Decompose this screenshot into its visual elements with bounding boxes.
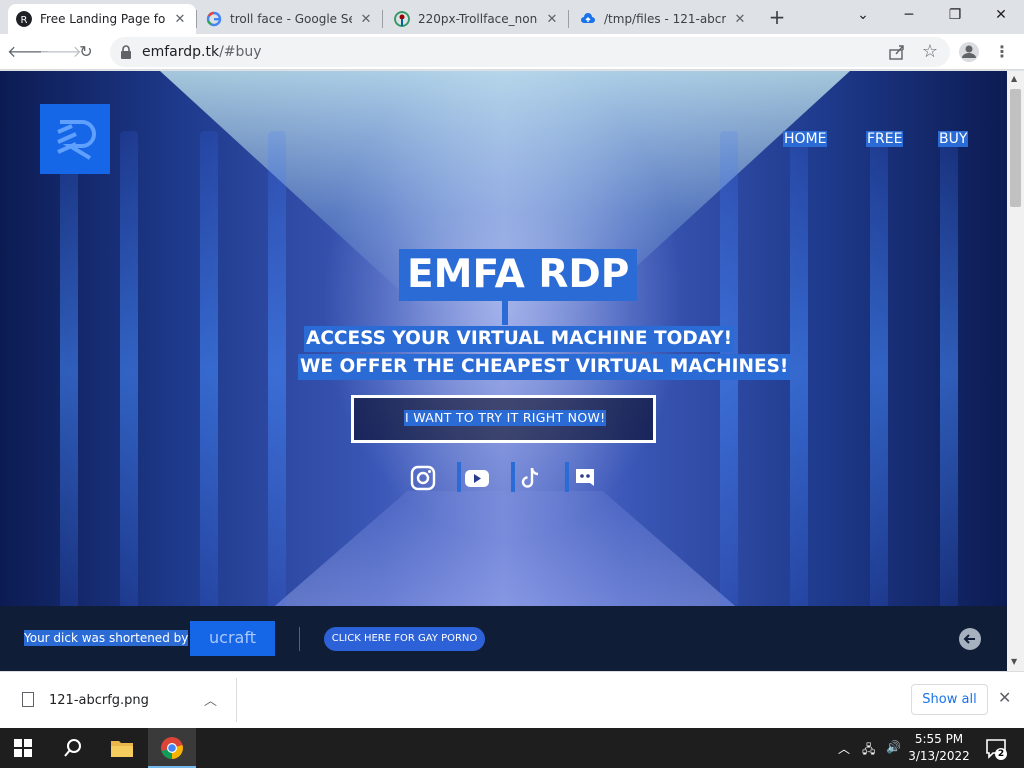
tab-separator [382, 10, 383, 28]
volume-icon[interactable]: 🔊 [886, 740, 901, 754]
restore-window-button[interactable]: ❐ [932, 2, 978, 30]
emfa-r-logo-icon: R [16, 11, 32, 27]
scrollbar-thumb[interactable] [1010, 89, 1021, 207]
hero-subtitle-2: WE OFFER THE CHEAPEST VIRTUAL MACHINES! [298, 354, 791, 380]
windows-taskbar: ︿ 🖧 🔊 5:55 PM 3/13/2022 2 [0, 728, 1024, 768]
scroll-down-arrow-icon[interactable]: ▼ [1011, 657, 1017, 666]
minimize-window-button[interactable]: ─ [886, 2, 932, 30]
google-g-icon [206, 11, 222, 27]
tab-troll-face-google[interactable]: troll face - Google Sear ✕ [198, 4, 382, 34]
wikimedia-icon [394, 11, 410, 27]
url-path: /#buy [219, 44, 262, 60]
collapse-arrow-left-icon[interactable] [959, 628, 981, 650]
emfa-r-logo-icon [57, 120, 96, 160]
chrome-taskbar-button[interactable] [148, 728, 196, 768]
tiktok-icon[interactable] [517, 464, 545, 492]
cloud-upload-icon [581, 13, 595, 23]
youtube-icon[interactable] [463, 464, 491, 492]
download-shelf: 121-abcrfg.png ︿ Show all ✕ [0, 671, 1024, 728]
forward-arrow-icon[interactable]: 🡒 [39, 38, 82, 66]
tab-separator [196, 10, 197, 28]
svg-text:R: R [21, 15, 28, 26]
bookmark-star-icon[interactable]: ☆ [922, 41, 938, 62]
windows-start-icon[interactable] [14, 739, 32, 757]
browser-tab-strip: R Free Landing Page for ✕ troll face - G… [0, 0, 1024, 34]
social-separator [565, 462, 569, 492]
shortened-by-text: Your dick was shortened by [24, 630, 189, 646]
download-separator [236, 678, 237, 722]
chrome-icon [161, 737, 183, 759]
browser-menu-kebab-icon[interactable]: ⋮ [988, 38, 1016, 66]
profile-avatar-icon[interactable] [958, 41, 980, 63]
clock-time: 5:55 PM [914, 732, 964, 746]
ucraft-footer-bar: Your dick was shortened by ucraft CLICK … [0, 606, 1007, 671]
tab-close-icon[interactable]: ✕ [732, 12, 748, 27]
tab-title: Free Landing Page for [40, 12, 166, 26]
close-window-button[interactable]: ✕ [978, 2, 1024, 30]
social-separator [457, 462, 461, 492]
nav-home-link[interactable]: HOME [783, 131, 828, 147]
server-rack-decoration [268, 131, 286, 611]
nav-free-link[interactable]: FREE [866, 131, 904, 147]
nav-buy-link[interactable]: BUY [938, 131, 969, 147]
reload-icon[interactable]: ↻ [72, 38, 100, 66]
tab-close-icon[interactable]: ✕ [172, 12, 188, 27]
notification-count-badge: 2 [995, 748, 1007, 760]
server-rack-decoration [940, 131, 958, 611]
system-clock[interactable]: 5:55 PM 3/13/2022 [908, 731, 970, 765]
tab-title: troll face - Google Sear [230, 12, 352, 26]
ucraft-logo-link[interactable]: ucraft [190, 621, 275, 656]
tab-separator [568, 10, 569, 28]
page-scrollbar[interactable]: ▲ ▼ [1007, 71, 1024, 671]
social-separator [511, 462, 515, 492]
tab-title: 220px-Trollface_non-fr [418, 12, 538, 26]
tab-trollface-image[interactable]: 220px-Trollface_non-fr ✕ [386, 4, 568, 34]
back-arrow-icon[interactable]: 🡐 [7, 38, 50, 66]
network-icon[interactable]: 🖧 [862, 740, 875, 761]
tab-close-icon[interactable]: ✕ [358, 12, 374, 27]
hero-title: EMFA RDP [399, 249, 638, 301]
download-filename[interactable]: 121-abcrfg.png [49, 693, 149, 708]
search-icon[interactable] [62, 737, 84, 759]
server-rack-decoration [60, 131, 78, 611]
tab-close-icon[interactable]: ✕ [544, 12, 560, 27]
show-all-downloads-button[interactable]: Show all [911, 684, 988, 715]
url-domain: emfardp.tk [142, 44, 220, 60]
download-options-chevron-icon[interactable]: ︿ [204, 690, 217, 709]
new-tab-button[interactable]: + [764, 6, 790, 30]
tab-free-landing-page[interactable]: R Free Landing Page for ✕ [8, 4, 196, 34]
lock-icon[interactable] [120, 45, 132, 59]
tab-tmp-files[interactable]: /tmp/files - 121-abcrfg ✕ [572, 4, 756, 34]
page-viewport: HOME FREE BUY EMFA RDP ACCESS YOUR VIRTU… [0, 71, 1007, 671]
address-bar[interactable]: emfardp.tk/#buy ☆ [110, 37, 950, 67]
show-hidden-icons-chevron-icon[interactable]: ︿ [838, 740, 850, 757]
clock-date: 3/13/2022 [908, 749, 970, 763]
hero-subtitle-1: ACCESS YOUR VIRTUAL MACHINE TODAY! [304, 326, 735, 352]
scroll-up-arrow-icon[interactable]: ▲ [1011, 74, 1017, 83]
file-explorer-icon[interactable] [110, 738, 134, 758]
promo-button[interactable]: CLICK HERE FOR GAY PORNO [324, 627, 485, 651]
instagram-icon[interactable] [409, 464, 437, 492]
selection-connector [502, 301, 508, 325]
server-rack-decoration [120, 131, 138, 611]
cta-button-label[interactable]: I WANT TO TRY IT RIGHT NOW! [404, 410, 607, 426]
browser-toolbar: 🡐 🡒 ↻ emfardp.tk/#buy ☆ ⋮ [0, 34, 1024, 70]
footer-divider [299, 627, 300, 651]
server-rack-decoration [790, 131, 808, 611]
server-rack-decoration [200, 131, 218, 611]
tab-search-chevron-down-icon[interactable]: ⌄ [840, 2, 886, 30]
discord-icon[interactable] [571, 464, 599, 492]
url-text: emfardp.tk/#buy [142, 44, 262, 60]
server-rack-decoration [870, 131, 888, 611]
tab-title: /tmp/files - 121-abcrfg [604, 12, 726, 26]
site-logo[interactable] [40, 104, 110, 174]
close-download-shelf-icon[interactable]: ✕ [998, 688, 1011, 707]
image-file-icon [22, 692, 34, 707]
share-icon[interactable] [888, 43, 906, 61]
